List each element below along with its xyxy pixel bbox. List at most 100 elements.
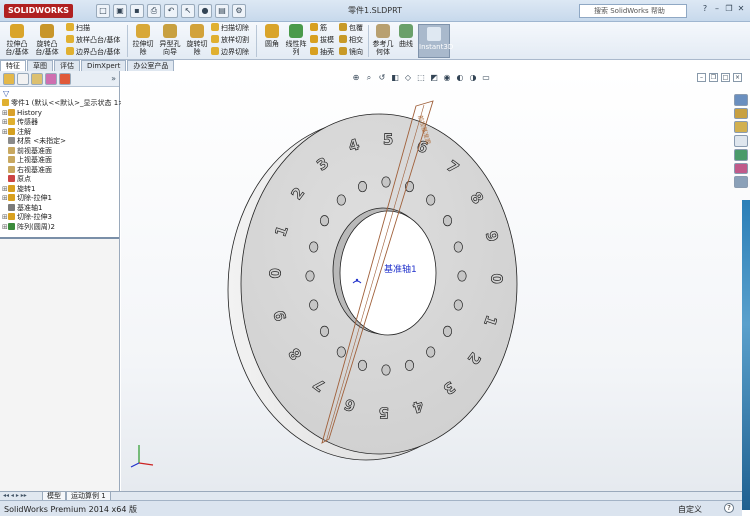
rebuild-icon[interactable]: ● (198, 4, 212, 18)
viewport-maximize-icon[interactable]: □ (721, 73, 730, 82)
instant3d-button[interactable]: Instant3D (418, 24, 453, 58)
tree-item[interactable]: 前视基准面 (2, 146, 118, 157)
tree-item[interactable]: 原点 (2, 175, 118, 185)
tree-item[interactable]: 上视基准面 (2, 156, 118, 166)
solidworks-logo[interactable]: SOLIDWORKS (4, 4, 74, 18)
zoom-to-fit-icon[interactable]: ⊕ (351, 73, 361, 83)
extrude-cut-button[interactable]: 拉伸切 除 (130, 24, 156, 58)
revolve-cut-button[interactable]: 旋转切 除 (184, 24, 210, 58)
previous-view-icon[interactable]: ↺ (377, 73, 387, 83)
solidworks-resources-icon[interactable] (734, 94, 748, 106)
filter-icon[interactable]: ▽ (3, 89, 9, 98)
sweep-label: 扫描 (76, 24, 90, 32)
viewport-restore-icon[interactable]: ❐ (709, 73, 718, 82)
shell-icon (310, 47, 318, 55)
restore-icon[interactable]: ❐ (724, 3, 734, 15)
configuration-manager-tab-icon[interactable] (31, 73, 43, 85)
tree-item[interactable]: ⊞ History (2, 108, 118, 119)
dimxpert-manager-tab-icon[interactable] (45, 73, 57, 85)
loft-cut-button[interactable]: 放样切割 (211, 35, 249, 46)
design-library-icon[interactable] (734, 107, 748, 120)
pattern-hole (442, 215, 453, 227)
tree-item[interactable]: ⊞ 传感器 (2, 118, 118, 128)
open-file-icon[interactable]: ▣ (113, 4, 127, 18)
file-properties-icon[interactable]: ▤ (215, 4, 229, 18)
tab-office-products[interactable]: 办公室产品 (127, 60, 175, 71)
display-style-icon[interactable]: ◩ (429, 73, 439, 83)
close-icon[interactable]: ✕ (736, 3, 746, 15)
section-view-icon[interactable]: ◧ (390, 73, 400, 83)
apply-scene-icon[interactable]: ◑ (468, 73, 478, 83)
custom-properties-icon[interactable] (734, 162, 748, 175)
tree-item[interactable]: ⊞ 注解 (2, 127, 118, 138)
sweep-cut-button[interactable]: 扫描切除 (211, 23, 249, 34)
new-file-icon[interactable]: □ (96, 4, 110, 18)
help-icon[interactable]: ? (724, 503, 734, 513)
shell-button[interactable]: 抽壳 (310, 47, 334, 58)
extrude-cut-icon (136, 24, 150, 38)
hide-show-items-icon[interactable]: ◉ (442, 73, 452, 83)
revolve-boss-button[interactable]: 旋转凸 台/基体 (34, 24, 60, 58)
edit-appearance-icon[interactable]: ◐ (455, 73, 465, 83)
pattern-hole (305, 270, 315, 282)
options-icon[interactable]: ⚙ (232, 4, 246, 18)
boundary-cut-button[interactable]: 边界切除 (211, 47, 249, 58)
undo-icon[interactable]: ↶ (164, 4, 178, 18)
viewport-close-icon[interactable]: × (733, 73, 742, 82)
dynamic-annotation-icon[interactable]: ◇ (403, 73, 413, 83)
tab-dimxpert[interactable]: DimXpert (81, 60, 127, 71)
linear-pattern-button[interactable]: 线性阵 列 (284, 24, 308, 58)
tree-item[interactable]: 右视基准面 (2, 165, 118, 176)
help-dropdown-icon[interactable]: ? (700, 3, 710, 15)
draft-button[interactable]: 拔模 (310, 35, 334, 46)
status-bar: SolidWorks Premium 2014 x64 版 自定义 ? (0, 500, 742, 516)
collaboration-icon[interactable] (734, 176, 748, 189)
viewport-minimize-icon[interactable]: – (697, 73, 706, 82)
hole-wizard-button[interactable]: 异型孔 向导 (157, 24, 183, 58)
view-settings-icon[interactable]: ▭ (481, 73, 491, 83)
tree-item[interactable]: ⊞ 阵列(圆周)2 (2, 222, 118, 233)
tree-item[interactable]: ⊞ 切除-拉伸1 (2, 194, 118, 204)
tree-item[interactable]: ⊞ 旋转1 (2, 184, 118, 195)
sweep-button[interactable]: 扫描 (66, 23, 90, 34)
view-palette-icon[interactable] (734, 135, 748, 147)
loft-boss-button[interactable]: 放样凸台/基体 (66, 35, 120, 46)
fillet-button[interactable]: 圆角 (259, 24, 285, 58)
annotation-icon (8, 127, 15, 135)
help-search-input[interactable]: 搜索 SolidWorks 帮助 (579, 4, 687, 18)
property-manager-tab-icon[interactable] (17, 73, 29, 85)
print-icon[interactable]: ⎙ (147, 4, 161, 18)
rib-button[interactable]: 筋 (310, 23, 327, 34)
feature-tree-tab-icon[interactable] (3, 73, 15, 85)
display-manager-tab-icon[interactable] (59, 73, 71, 85)
view-orientation-icon[interactable]: ⬚ (416, 73, 426, 83)
curves-button[interactable]: 曲线 (396, 24, 416, 58)
tree-item[interactable]: ⊞ 切除-拉伸3 (2, 213, 118, 223)
sensor-icon (8, 118, 15, 125)
reference-geometry-button[interactable]: 参考几 何体 (371, 24, 395, 58)
tab-features[interactable]: 特征 (0, 60, 26, 71)
status-units-dropdown[interactable]: 自定义 (678, 504, 702, 515)
tab-sketch[interactable]: 草图 (27, 60, 53, 71)
minimize-icon[interactable]: – (712, 3, 722, 15)
tab-evaluate[interactable]: 评估 (54, 60, 80, 71)
extrude-boss-button[interactable]: 拉伸凸 台/基体 (4, 24, 30, 58)
save-icon[interactable]: ▪ (130, 4, 144, 18)
tab-scroll-arrows-icon[interactable]: ◂◂ ◂ ▸ ▸▸ (3, 492, 27, 500)
datum-axis-label[interactable]: 基准轴1 (384, 262, 417, 275)
graphics-area[interactable]: 56789012345678901234 前视基准面 基准轴1 ⊕ ⌕ ↺ ◧ … (121, 71, 750, 491)
tree-item[interactable]: 材质 <未指定> (2, 137, 118, 147)
intersect-button[interactable]: 相交 (339, 35, 363, 46)
mirror-button[interactable]: 镜向 (339, 47, 363, 58)
tree-root[interactable]: 零件1 (默认<<默认>_显示状态 1> (2, 99, 124, 109)
expand-chevron-icon[interactable]: » (111, 73, 116, 84)
wrap-button[interactable]: 包覆 (339, 23, 363, 34)
boundary-boss-button[interactable]: 边界凸台/基体 (66, 47, 120, 58)
zoom-to-area-icon[interactable]: ⌕ (364, 73, 374, 83)
reference-geometry-label: 参考几 何体 (372, 40, 394, 56)
file-explorer-icon[interactable] (734, 121, 748, 134)
select-icon[interactable]: ↖ (181, 4, 195, 18)
appearances-scenes-icon[interactable] (734, 148, 748, 161)
engraved-digit: 0 (487, 273, 505, 284)
tree-item[interactable]: 基准轴1 (2, 203, 118, 214)
